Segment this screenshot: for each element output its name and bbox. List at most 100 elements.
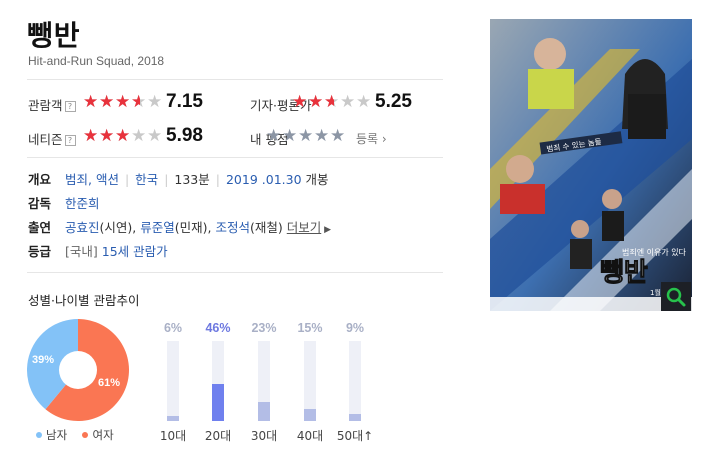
grade-prefix: [국내] — [65, 244, 98, 259]
age-pct-label: 9% — [345, 321, 365, 335]
audience-rating-label: 관람객? — [28, 95, 76, 114]
stats-section-title: 성별·나이별 관람추이 — [28, 293, 140, 308]
movie-title: 뺑반 — [27, 19, 81, 52]
cast-label: 출연 — [28, 220, 52, 235]
star-icon: ★★ — [131, 126, 146, 146]
age-bar-fill — [167, 416, 179, 421]
genre-link[interactable]: 범죄, 액션 — [65, 172, 119, 187]
audience-stars: ★★★★★★★★★★ — [83, 93, 163, 111]
magnifier-icon — [666, 287, 686, 307]
male-pct-label: 39% — [32, 354, 54, 366]
star-icon: ★★ — [99, 126, 114, 146]
age-group-label: 30대 — [250, 429, 278, 443]
age-bar — [258, 341, 270, 421]
age-bar-fill — [258, 402, 270, 421]
male-legend-label: 남자 — [46, 428, 68, 442]
star-icon[interactable]: ★ — [330, 127, 346, 145]
actor-link[interactable]: 공효진 — [65, 220, 100, 235]
audience-score: 7.15 — [166, 91, 203, 112]
age-bar — [212, 341, 224, 421]
age-bar-fill — [349, 414, 361, 421]
help-icon[interactable]: ? — [64, 135, 76, 146]
separator: | — [215, 172, 220, 187]
overview-label: 개요 — [28, 172, 52, 187]
age-bar-fill — [304, 409, 316, 421]
star-icon: ★★ — [115, 92, 130, 112]
star-icon[interactable]: ★ — [298, 127, 314, 145]
country-link[interactable]: 한국 — [135, 172, 158, 187]
star-icon: ★★ — [340, 92, 355, 112]
female-pct-label: 61% — [98, 377, 120, 389]
director-link[interactable]: 한준희 — [65, 196, 100, 211]
star-icon: ★★ — [147, 126, 162, 146]
star-icon: ★★ — [356, 92, 371, 112]
star-icon: ★★ — [83, 92, 98, 112]
release-suffix: 개봉 — [305, 172, 329, 187]
star-icon: ★★ — [292, 92, 307, 112]
grade-link[interactable]: 15세 관람가 — [102, 244, 168, 259]
magnifier-button[interactable] — [661, 282, 691, 311]
divider — [27, 157, 443, 158]
age-pct-label: 46% — [205, 321, 231, 335]
gender-legend: 남자 여자 — [36, 427, 114, 443]
male-legend-dot — [36, 432, 42, 438]
director-value: 한준희 — [65, 193, 100, 212]
donut-hole — [59, 351, 97, 389]
female-legend-dot — [82, 432, 89, 438]
separator: | — [164, 172, 169, 187]
star-icon: ★★ — [147, 92, 162, 112]
register-rating-link[interactable]: 등록 › — [356, 130, 387, 147]
age-pct-label: 23% — [251, 321, 277, 335]
caret-right-icon: ▶ — [321, 225, 332, 235]
poster-brand-line: 범죄엔 이유가 있다 — [622, 247, 687, 257]
netizen-score: 5.98 — [166, 125, 203, 146]
star-icon: ★★ — [99, 92, 114, 112]
cast-list: 공효진(시연), 류준열(민재), 조정석(재철) 더보기 ▶ — [65, 220, 332, 235]
age-group-label: 10대 — [159, 429, 187, 443]
age-bar-fill — [212, 384, 224, 421]
star-icon: ★★ — [324, 92, 339, 112]
age-bar — [304, 341, 316, 421]
help-icon[interactable]: ? — [64, 101, 76, 112]
movie-subtitle: Hit-and-Run Squad, 2018 — [28, 54, 165, 68]
gender-donut-chart: 39% 61% — [27, 319, 129, 421]
female-legend-label: 여자 — [92, 428, 114, 442]
more-cast-link[interactable]: 더보기 — [287, 220, 322, 235]
divider — [27, 272, 443, 273]
star-icon[interactable]: ★ — [266, 127, 282, 145]
netizen-rating-label: 네티즌? — [28, 129, 76, 148]
age-bar — [167, 341, 179, 421]
director-label: 감독 — [28, 196, 52, 211]
actor-role: (재철) — [249, 220, 283, 235]
star-icon[interactable]: ★ — [282, 127, 298, 145]
grade-label: 등급 — [28, 244, 52, 259]
poster-artwork: 범죄 수 있는 놈들 범죄엔 이유가 있다 뺑반 1월 30일 — [490, 19, 692, 311]
star-icon[interactable]: ★ — [314, 127, 330, 145]
runtime: 133분 — [174, 172, 210, 187]
age-pct-label: 6% — [163, 321, 183, 335]
movie-poster[interactable]: 범죄 수 있는 놈들 범죄엔 이유가 있다 뺑반 1월 30일 — [490, 19, 692, 311]
my-rating-stars[interactable]: ★ ★ ★ ★ ★ — [266, 127, 346, 145]
divider — [27, 79, 443, 80]
actor-link[interactable]: 류준열 — [140, 220, 175, 235]
age-bar — [349, 341, 361, 421]
grade-value: [국내] 15세 관람가 — [65, 241, 168, 260]
separator: | — [124, 172, 130, 187]
age-pct-label: 15% — [297, 321, 323, 335]
poster-logo: 뺑반 — [600, 258, 648, 288]
actor-role: (시연) — [99, 220, 133, 235]
actor-role: (민재) — [174, 220, 208, 235]
critic-stars: ★★★★★★★★★★ — [292, 93, 372, 111]
netizen-stars: ★★★★★★★★★★ — [83, 127, 163, 145]
overview-values: 범죄, 액션 | 한국 | 133분 | 2019 .01.30 개봉 — [65, 169, 329, 188]
critic-score: 5.25 — [375, 91, 412, 112]
chevron-right-icon: › — [381, 132, 387, 146]
release-date-link[interactable]: 2019 .01.30 — [226, 172, 302, 187]
star-icon: ★★ — [83, 126, 98, 146]
star-icon: ★★ — [131, 92, 146, 112]
star-icon: ★★ — [308, 92, 323, 112]
star-icon: ★★ — [115, 126, 130, 146]
age-group-label: 40대 — [296, 429, 324, 443]
actor-link[interactable]: 조정석 — [215, 220, 250, 235]
age-group-label: 50대↑ — [336, 429, 374, 443]
